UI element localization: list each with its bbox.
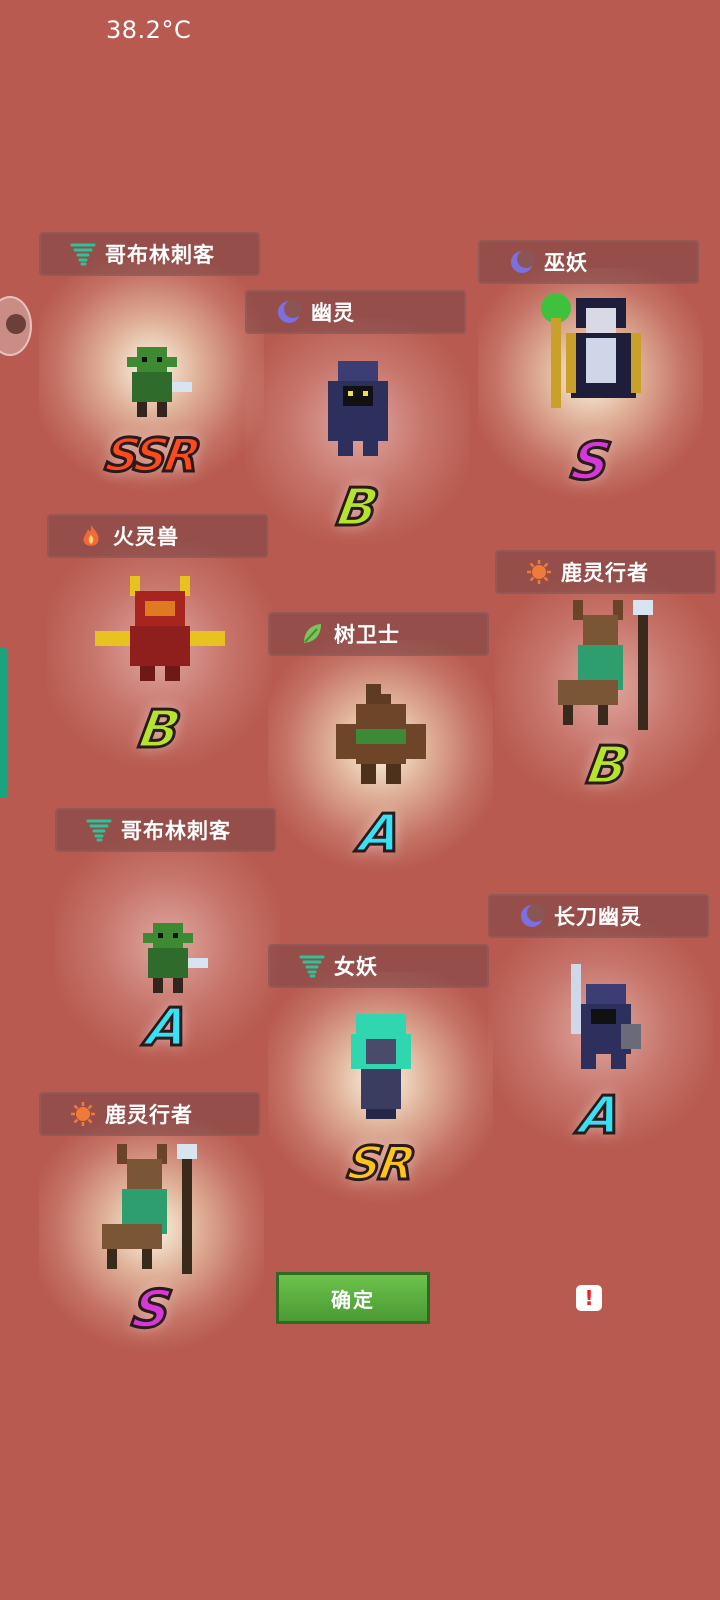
- wind-icon: [69, 240, 97, 268]
- card-namebar: 树卫士: [268, 612, 489, 656]
- deer-walker-sprite: [101, 1144, 197, 1274]
- floating-assistant-bubble[interactable]: [0, 296, 32, 356]
- grade-badge: SSR: [100, 427, 204, 484]
- moon-icon: [518, 902, 546, 930]
- card-namebar: 幽灵: [245, 290, 466, 334]
- banshee-sprite: [350, 1014, 411, 1119]
- goblin-assassin-sprite: [126, 347, 192, 417]
- card-namebar: 鹿灵行者: [39, 1092, 260, 1136]
- sun-icon: [69, 1100, 97, 1128]
- face-icon: [6, 314, 26, 334]
- card-namebar: 哥布林刺客: [55, 808, 276, 852]
- temperature-readout: 38.2°C: [106, 16, 192, 44]
- card-namebar: 哥布林刺客: [39, 232, 260, 276]
- grade-badge: A: [354, 803, 408, 866]
- grade-badge: B: [581, 735, 634, 798]
- leaf-icon: [298, 620, 326, 648]
- hero-name: 女妖: [334, 955, 378, 979]
- card-namebar: 巫妖: [478, 240, 699, 284]
- grade-badge: B: [133, 699, 186, 762]
- sun-icon: [525, 558, 553, 586]
- grade-badge: A: [141, 997, 195, 1060]
- hero-name: 巫妖: [544, 251, 588, 275]
- moon-icon: [508, 248, 536, 276]
- fire-icon: [77, 522, 105, 550]
- hero-name: 哥布林刺客: [105, 243, 215, 267]
- alert-icon[interactable]: !: [576, 1285, 602, 1311]
- hero-name: 哥布林刺客: [121, 819, 231, 843]
- grade-badge: SR: [342, 1135, 419, 1192]
- wind-icon: [85, 816, 113, 844]
- moon-icon: [275, 298, 303, 326]
- card-namebar: 长刀幽灵: [488, 894, 709, 938]
- tree-guard-sprite: [335, 684, 426, 784]
- card-namebar: 鹿灵行者: [495, 550, 716, 594]
- card-namebar: 火灵兽: [47, 514, 268, 558]
- grade-badge: A: [574, 1085, 628, 1148]
- hero-name: 树卫士: [334, 623, 400, 647]
- goblin-assassin-sprite: [142, 923, 208, 993]
- confirm-button[interactable]: 确定: [276, 1272, 430, 1324]
- ghost-sprite: [327, 361, 388, 456]
- blade-ghost-sprite: [570, 964, 641, 1069]
- hero-name: 长刀幽灵: [554, 905, 642, 929]
- fire-beast-sprite: [94, 576, 225, 681]
- hero-name: 幽灵: [311, 301, 355, 325]
- deer-walker-sprite: [557, 600, 653, 730]
- side-drawer-tab[interactable]: [0, 648, 8, 798]
- lich-sprite: [540, 293, 641, 408]
- hero-name: 火灵兽: [113, 525, 179, 549]
- hero-name: 鹿灵行者: [561, 561, 649, 585]
- hero-name: 鹿灵行者: [105, 1103, 193, 1127]
- card-namebar: 女妖: [268, 944, 489, 988]
- grade-badge: B: [331, 477, 384, 540]
- wind-icon: [298, 952, 326, 980]
